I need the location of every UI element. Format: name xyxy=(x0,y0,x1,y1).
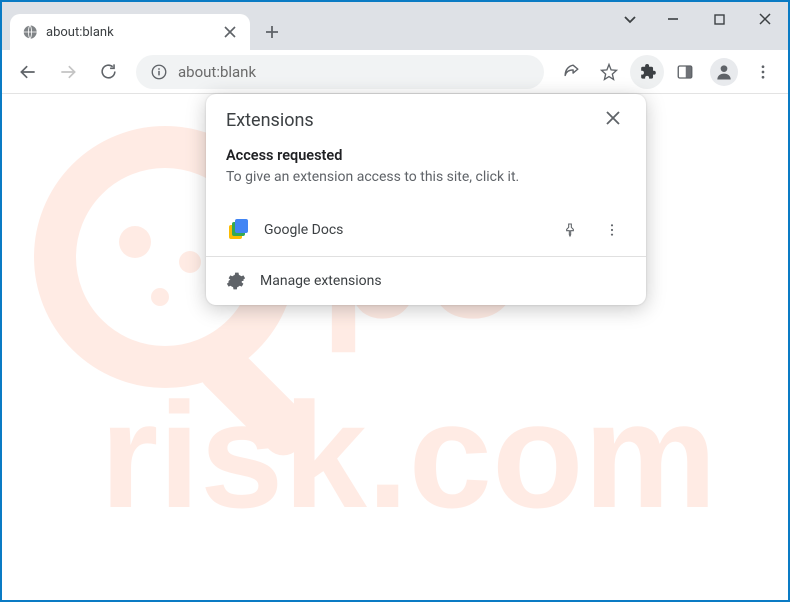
close-tab-button[interactable] xyxy=(222,24,238,40)
google-docs-icon xyxy=(226,218,250,242)
back-button[interactable] xyxy=(10,54,46,90)
share-button[interactable] xyxy=(554,55,588,89)
pin-extension-button[interactable] xyxy=(556,216,584,244)
forward-button[interactable] xyxy=(50,54,86,90)
access-requested-text: To give an extension access to this site… xyxy=(226,168,626,188)
info-icon xyxy=(150,63,168,81)
extensions-popup: Extensions Access requested To give an e… xyxy=(206,94,646,305)
access-requested-heading: Access requested xyxy=(226,147,626,164)
svg-text:risk.com: risk.com xyxy=(100,371,717,539)
tab-search-button[interactable] xyxy=(610,2,650,36)
extension-menu-button[interactable] xyxy=(598,216,626,244)
extensions-button[interactable] xyxy=(630,55,664,89)
toolbar: about:blank xyxy=(2,50,788,94)
reload-button[interactable] xyxy=(90,54,126,90)
window-controls xyxy=(610,2,788,42)
titlebar: about:blank xyxy=(2,2,788,50)
extension-name: Google Docs xyxy=(264,222,542,238)
profile-avatar[interactable] xyxy=(710,58,738,86)
side-panel-button[interactable] xyxy=(668,55,702,89)
close-popup-button[interactable] xyxy=(606,110,626,130)
manage-extensions-button[interactable]: Manage extensions xyxy=(206,257,646,305)
address-bar[interactable]: about:blank xyxy=(136,55,544,89)
close-window-button[interactable] xyxy=(742,2,788,36)
new-tab-button[interactable] xyxy=(258,18,286,46)
chrome-menu-button[interactable] xyxy=(746,55,780,89)
popup-title: Extensions xyxy=(226,110,314,131)
globe-icon xyxy=(22,24,38,40)
gear-icon xyxy=(226,271,246,291)
tab-title: about:blank xyxy=(46,25,214,40)
browser-tab[interactable]: about:blank xyxy=(10,14,250,50)
manage-extensions-label: Manage extensions xyxy=(260,273,382,289)
address-text: about:blank xyxy=(178,63,530,81)
extension-row[interactable]: Google Docs xyxy=(206,204,646,256)
minimize-button[interactable] xyxy=(650,2,696,36)
bookmark-button[interactable] xyxy=(592,55,626,89)
maximize-button[interactable] xyxy=(696,2,742,36)
